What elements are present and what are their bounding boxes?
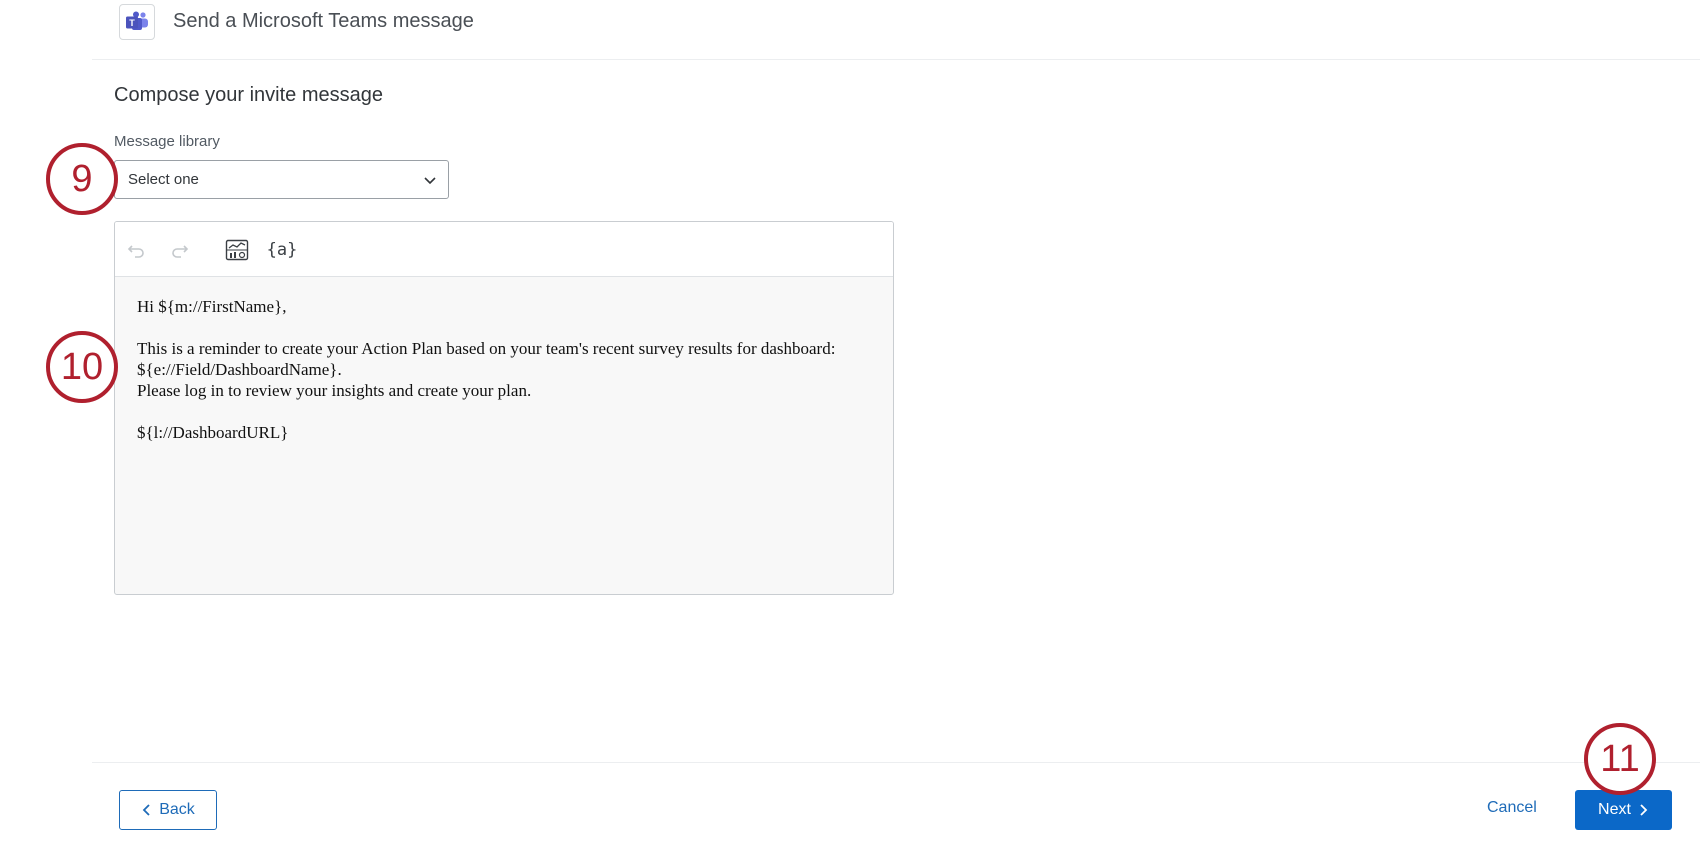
- step-badge-10: 10: [46, 331, 118, 403]
- editor-body[interactable]: Hi ${m://FirstName}, This is a reminder …: [137, 296, 877, 443]
- chevron-left-icon: [142, 804, 150, 816]
- message-library-selected-value: Select one: [128, 171, 199, 188]
- back-button[interactable]: Back: [119, 790, 217, 830]
- editor-toolbar: {a}: [115, 222, 893, 277]
- microsoft-teams-icon: T: [119, 4, 155, 40]
- next-button[interactable]: Next: [1575, 790, 1672, 830]
- message-editor[interactable]: {a} Hi ${m://FirstName}, This is a remin…: [114, 221, 894, 595]
- step-badge-11: 11: [1584, 723, 1656, 795]
- step-badge-9: 9: [46, 143, 118, 215]
- back-button-label: Back: [159, 801, 195, 818]
- editor-line: Hi ${m://FirstName},: [137, 297, 287, 316]
- editor-blank-line: [137, 317, 877, 338]
- cancel-button[interactable]: Cancel: [1487, 799, 1537, 817]
- dashboard-data-icon[interactable]: [223, 236, 251, 264]
- section-title: Compose your invite message: [114, 84, 384, 106]
- chevron-right-icon: [1640, 804, 1648, 816]
- editor-blank-line: [137, 401, 877, 422]
- next-button-label: Next: [1598, 801, 1631, 818]
- editor-line: ${l://DashboardURL}: [137, 423, 289, 442]
- chevron-down-icon: [424, 177, 436, 185]
- footer-divider: [92, 762, 1700, 763]
- editor-line: Please log in to review your insights an…: [137, 381, 532, 400]
- svg-text:T: T: [129, 18, 135, 28]
- undo-icon[interactable]: [123, 236, 151, 264]
- page-title: Send a Microsoft Teams message: [173, 10, 474, 32]
- redo-icon[interactable]: [165, 236, 193, 264]
- message-library-label: Message library: [114, 133, 220, 150]
- editor-line: ${e://Field/DashboardName}.: [137, 360, 342, 379]
- editor-line: This is a reminder to create your Action…: [137, 339, 836, 358]
- piped-text-icon[interactable]: {a}: [267, 236, 298, 264]
- message-library-select[interactable]: Select one: [114, 160, 449, 199]
